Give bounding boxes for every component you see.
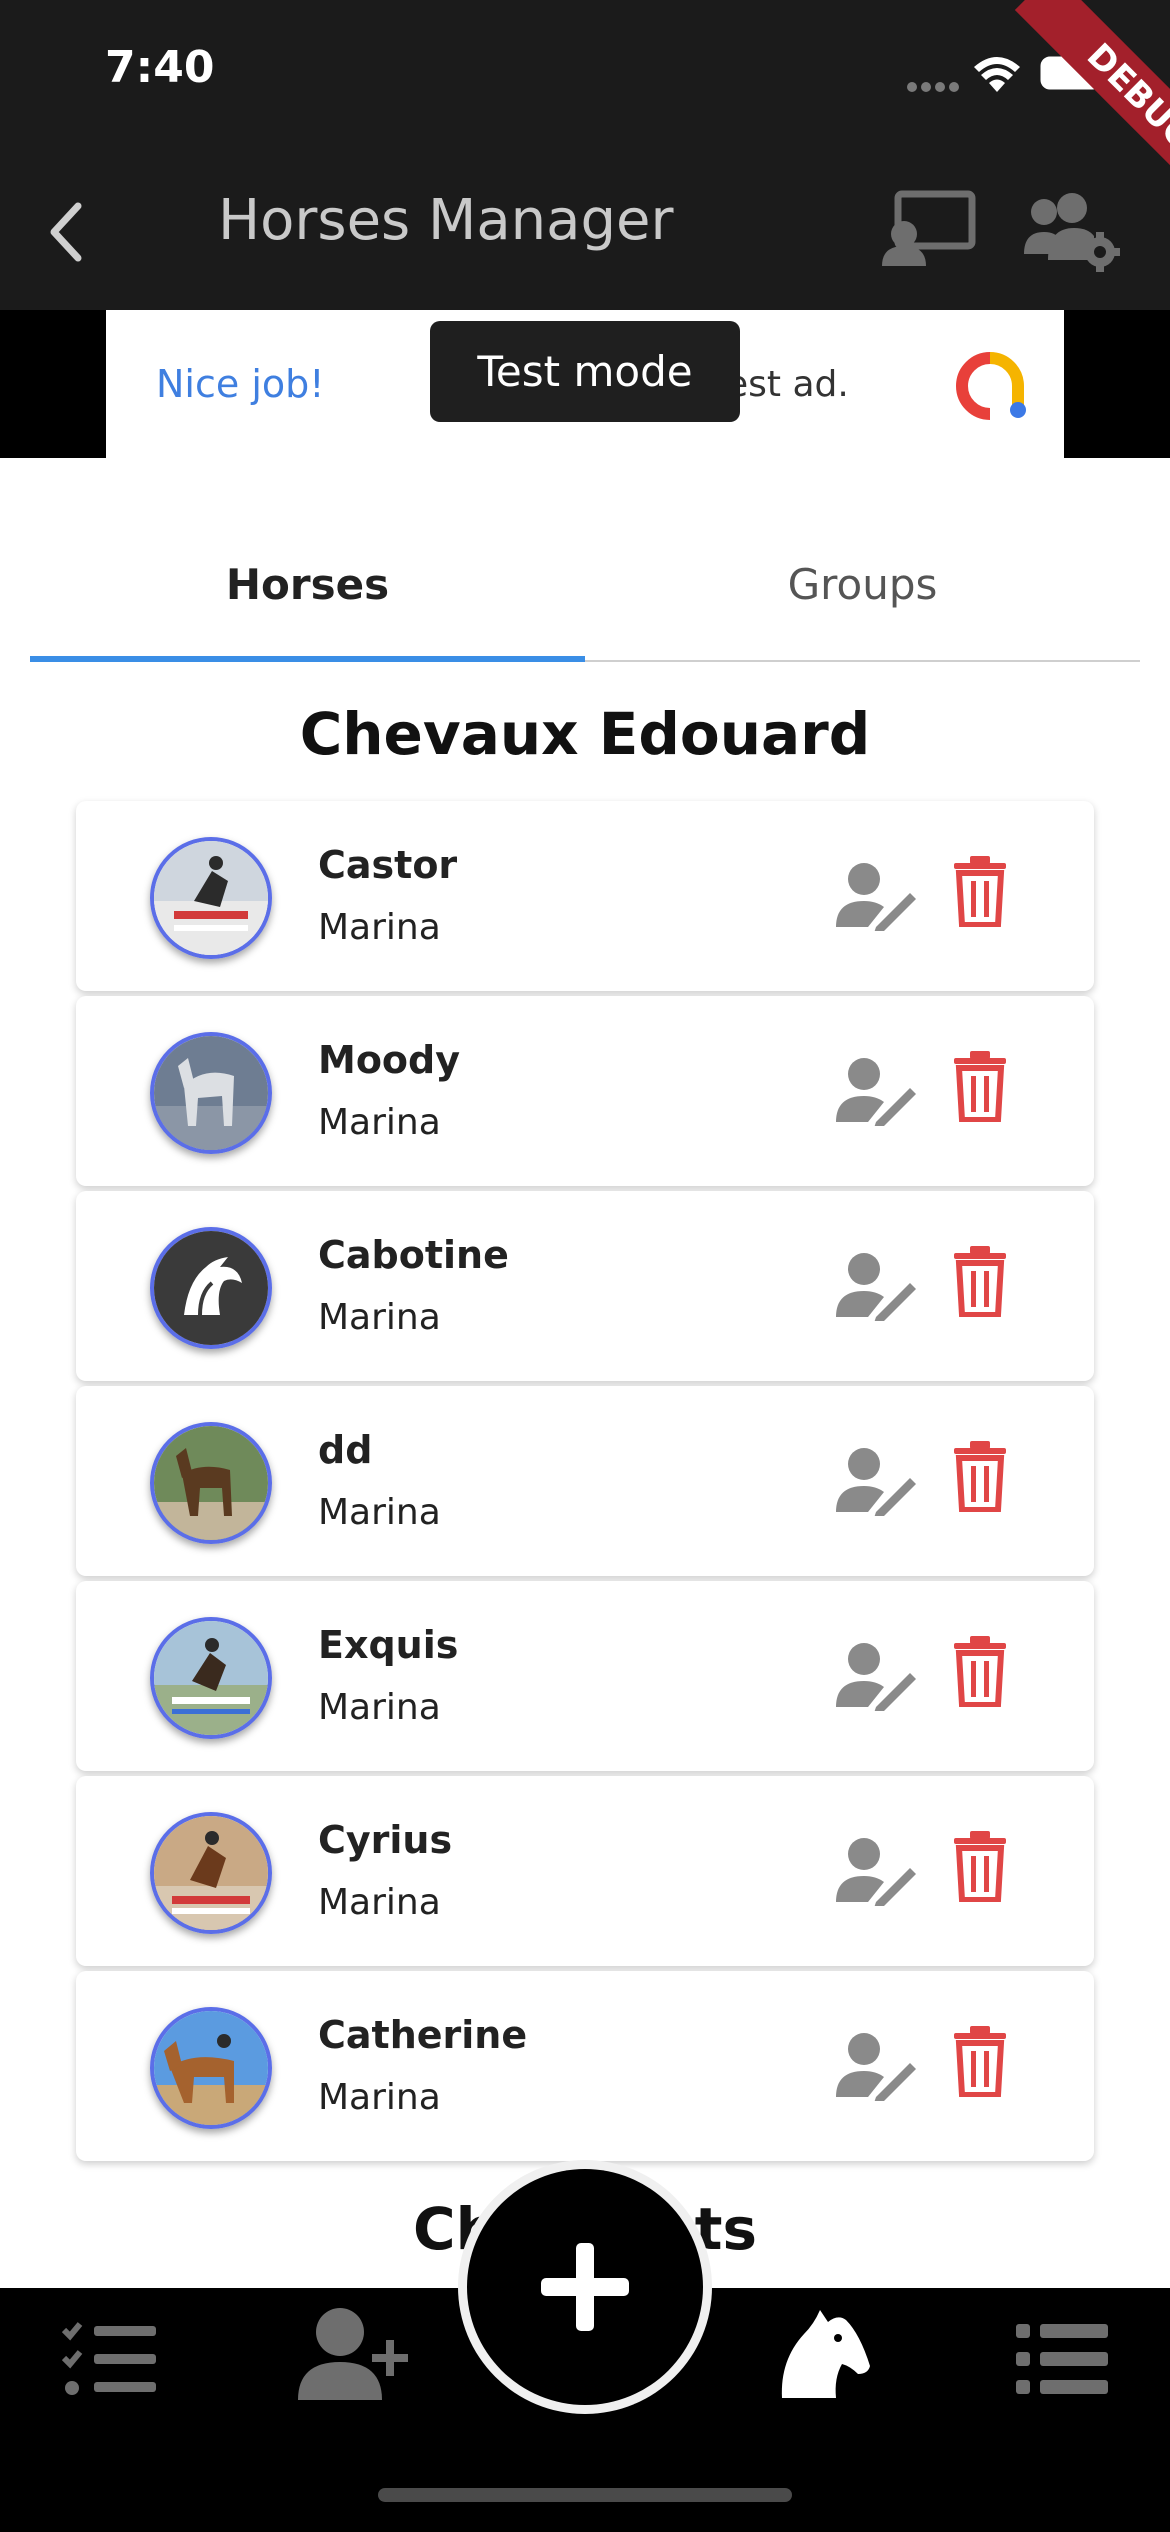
delete-icon[interactable] [952,1050,1008,1122]
horse-name: Catherine [318,2013,528,2057]
horse-name: dd [318,1428,373,1472]
ad-text: est ad. [726,364,849,405]
debug-banner-label: DEBUG [1014,0,1170,210]
horse-name: Exquis [318,1623,459,1667]
horse-avatar [150,1617,272,1739]
delete-icon[interactable] [952,2025,1008,2097]
debug-banner: DEBUG [960,0,1170,210]
horse-card[interactable]: Cyrius Marina [76,1776,1094,1966]
test-mode-toast: Test mode [430,321,740,422]
delete-icon[interactable] [952,1440,1008,1512]
horse-head-icon[interactable] [776,2300,872,2404]
delete-icon[interactable] [952,1635,1008,1707]
horse-card[interactable]: dd Marina [76,1386,1094,1576]
add-person-icon[interactable] [296,2306,412,2402]
ad-nice-job-label: Nice job! [156,362,325,406]
horse-card[interactable]: Exquis Marina [76,1581,1094,1771]
checklist-icon[interactable] [62,2318,158,2398]
back-icon[interactable] [44,200,88,264]
tab-horses[interactable]: Horses [30,510,585,660]
horse-name: Castor [318,843,458,887]
edit-person-icon[interactable] [836,1446,916,1516]
home-indicator[interactable] [378,2488,792,2502]
edit-person-icon[interactable] [836,1056,916,1126]
horse-card[interactable]: Cabotine Marina [76,1191,1094,1381]
tab-groups[interactable]: Groups [585,510,1140,660]
tab-bar: Horses Groups [30,510,1140,662]
horse-owner: Marina [318,1102,441,1143]
edit-person-icon[interactable] [836,861,916,931]
status-time: 7:40 [105,42,215,93]
section-title: Chevaux Edouard [299,700,871,768]
horse-owner: Marina [318,1297,441,1338]
horse-avatar [150,2007,272,2129]
edit-person-icon[interactable] [836,1641,916,1711]
horse-card[interactable]: Castor Marina [76,801,1094,991]
delete-icon[interactable] [952,1245,1008,1317]
horse-avatar [150,837,272,959]
add-icon [541,2243,629,2331]
add-button[interactable] [467,2169,703,2405]
horse-owner: Marina [318,2077,441,2118]
horse-name: Cyrius [318,1818,453,1862]
horse-avatar [150,1812,272,1934]
delete-icon[interactable] [952,1830,1008,1902]
edit-person-icon[interactable] [836,2031,916,2101]
horse-card[interactable]: Moody Marina [76,996,1094,1186]
tab-indicator [30,656,585,662]
page-title: Horses Manager [218,188,674,253]
horse-owner: Marina [318,907,441,948]
horse-avatar [150,1032,272,1154]
list-icon[interactable] [1016,2322,1108,2396]
delete-icon[interactable] [952,855,1008,927]
edit-person-icon[interactable] [836,1251,916,1321]
cellular-icon [907,82,959,92]
edit-person-icon[interactable] [836,1836,916,1906]
horse-owner: Marina [318,1882,441,1923]
horse-owner: Marina [318,1492,441,1533]
horse-owner: Marina [318,1687,441,1728]
horse-name: Moody [318,1038,460,1082]
horse-avatar [150,1227,272,1349]
horse-card[interactable]: Catherine Marina [76,1971,1094,2161]
admob-logo-icon [956,352,1026,420]
horse-name: Cabotine [318,1233,509,1277]
horse-avatar [150,1422,272,1544]
